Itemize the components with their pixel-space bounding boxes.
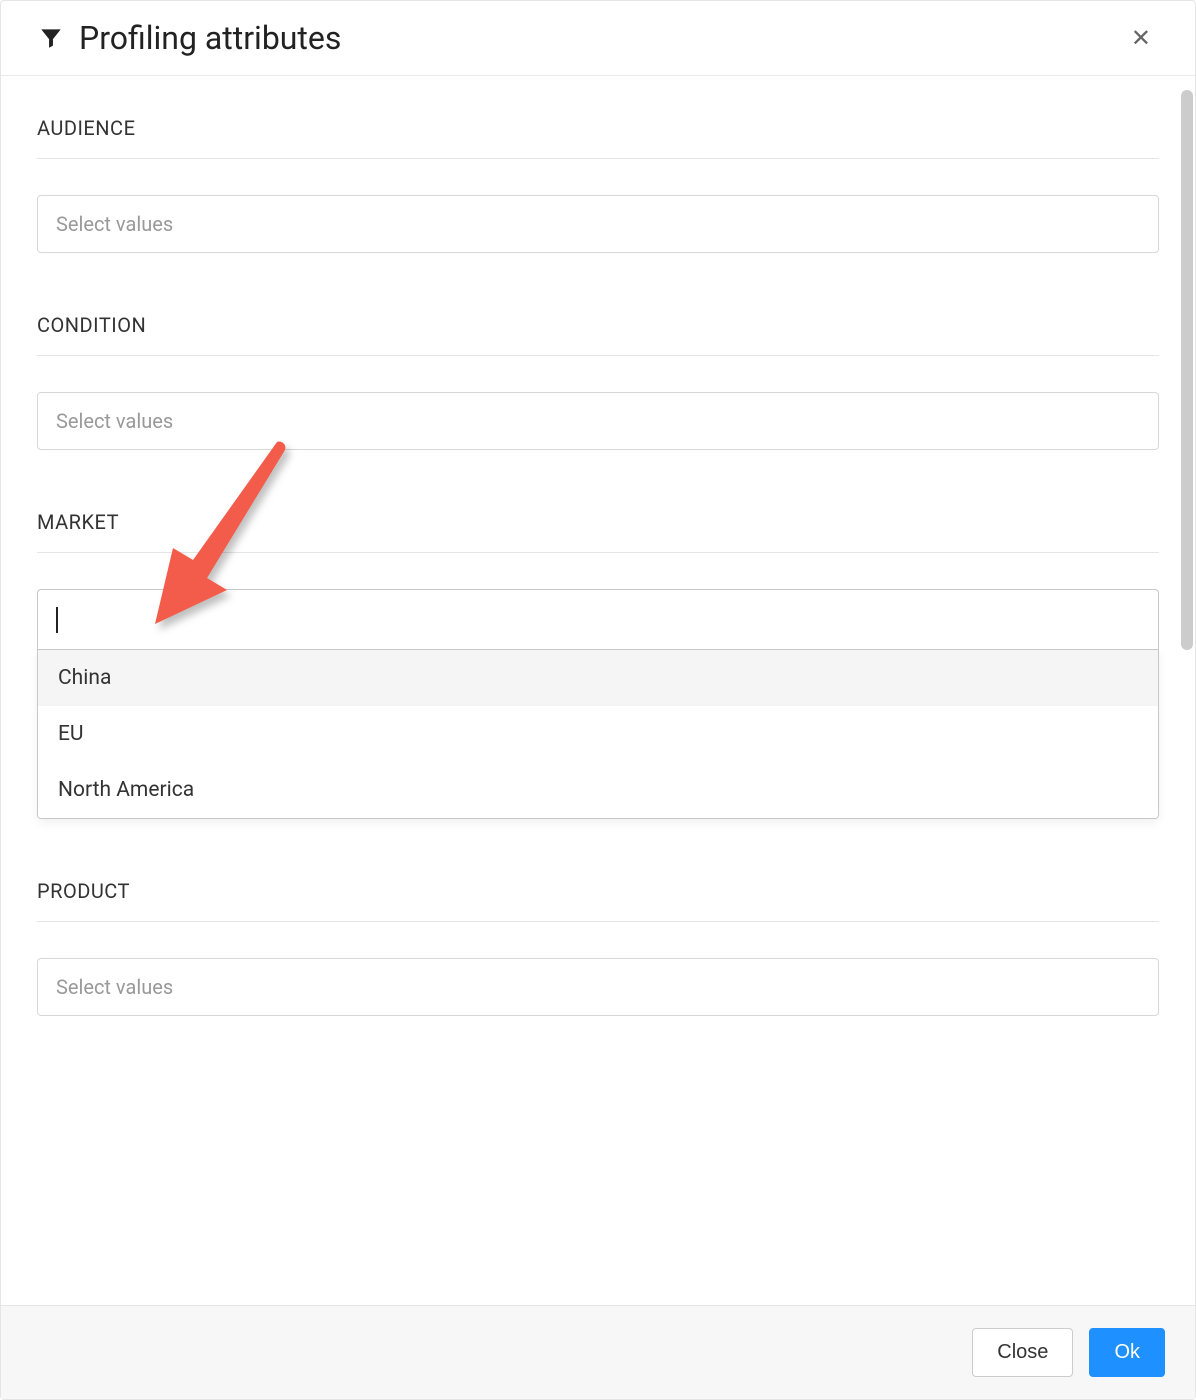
text-cursor (56, 607, 58, 633)
modal-header: Profiling attributes ✕ (1, 1, 1195, 76)
audience-select[interactable]: Select values (37, 195, 1159, 253)
close-button[interactable]: Close (972, 1328, 1073, 1377)
ok-button[interactable]: Ok (1089, 1328, 1165, 1377)
condition-select[interactable]: Select values (37, 392, 1159, 450)
profiling-attributes-modal: Profiling attributes ✕ AUDIENCE Select v… (0, 0, 1196, 1400)
section-label-market: MARKET (37, 510, 1159, 553)
section-audience: AUDIENCE Select values (37, 116, 1159, 253)
section-label-audience: AUDIENCE (37, 116, 1159, 159)
market-select[interactable] (37, 589, 1159, 650)
product-select[interactable]: Select values (37, 958, 1159, 1016)
section-market: MARKET China EU North America (37, 510, 1159, 819)
section-condition: CONDITION Select values (37, 313, 1159, 450)
section-label-condition: CONDITION (37, 313, 1159, 356)
section-label-product: PRODUCT (37, 879, 1159, 922)
modal-footer: Close Ok (1, 1305, 1195, 1399)
modal-body: AUDIENCE Select values CONDITION Select … (1, 76, 1195, 1305)
market-option-eu[interactable]: EU (38, 706, 1158, 762)
market-option-china[interactable]: China (38, 650, 1158, 706)
modal-title: Profiling attributes (79, 19, 341, 57)
modal-header-left: Profiling attributes (37, 19, 341, 57)
market-option-north-america[interactable]: North America (38, 762, 1158, 818)
close-icon[interactable]: ✕ (1123, 22, 1159, 54)
filter-icon (37, 24, 65, 52)
market-dropdown: China EU North America (37, 649, 1159, 819)
scrollbar-thumb[interactable] (1181, 90, 1193, 650)
section-product: PRODUCT Select values (37, 879, 1159, 1016)
